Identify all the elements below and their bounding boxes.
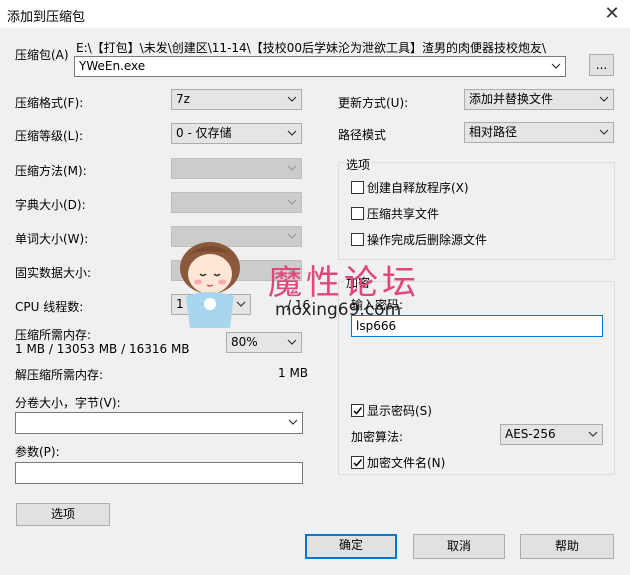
ok-button[interactable]: 确定 [305, 534, 397, 559]
chevron-down-icon [287, 416, 299, 428]
mem-label: 压缩所需内存: [15, 328, 92, 342]
mem-percent-select[interactable]: 80% [226, 332, 302, 353]
encrypt-names-checkbox[interactable] [351, 456, 364, 469]
delete-option[interactable]: 操作完成后删除源文件 [351, 231, 487, 248]
volume-label: 分卷大小，字节(V): [15, 396, 121, 410]
chevron-down-icon [286, 162, 298, 174]
watermark-url: moxing69.com [275, 300, 402, 320]
word-label: 单词大小(W): [15, 232, 89, 246]
window-title: 添加到压缩包 [7, 10, 86, 25]
chevron-down-icon [598, 93, 610, 105]
enc-method-value: AES-256 [505, 427, 556, 441]
chevron-down-icon [286, 93, 298, 105]
archive-filename: YWeEn.exe [79, 59, 146, 73]
dict-select [171, 192, 302, 213]
chevron-down-icon [587, 428, 599, 440]
solid-label: 固实数据大小: [15, 266, 92, 280]
format-value: 7z [176, 92, 190, 106]
title-bar [0, 0, 630, 28]
threads-label: CPU 线程数: [15, 300, 84, 314]
encrypt-names-label: 加密文件名(N) [367, 456, 446, 470]
path-mode-select[interactable]: 相对路径 [464, 122, 614, 143]
help-button[interactable]: 帮助 [520, 534, 614, 559]
mascot-watermark-image [170, 238, 252, 330]
sfx-label: 创建自释放程序(X) [367, 181, 469, 195]
decomp-value: 1 MB [278, 366, 309, 380]
archive-label: 压缩包(A) [15, 48, 69, 62]
update-select[interactable]: 添加并替换文件 [464, 89, 614, 110]
show-password-option[interactable]: 显示密码(S) [351, 402, 432, 419]
dict-label: 字典大小(D): [15, 198, 86, 212]
path-mode-label: 路径模式 [338, 128, 387, 142]
params-label: 参数(P): [15, 445, 60, 459]
enc-method-label: 加密算法: [351, 430, 404, 444]
archive-path: E:\【打包】\未发\创建区\11-14\【技校00后学妹沦为泄欲工具】渣男的肉… [76, 41, 547, 55]
params-input[interactable] [15, 462, 303, 484]
browse-button[interactable]: ... [589, 54, 614, 76]
delete-checkbox[interactable] [351, 233, 364, 246]
level-label: 压缩等级(L): [15, 129, 84, 143]
chevron-down-icon [286, 127, 298, 139]
update-value: 添加并替换文件 [469, 92, 554, 106]
sfx-checkbox[interactable] [351, 181, 364, 194]
chevron-down-icon [286, 230, 298, 242]
show-password-label: 显示密码(S) [367, 404, 432, 418]
level-value: 0 - 仅存储 [176, 126, 232, 140]
enc-method-select[interactable]: AES-256 [500, 424, 603, 445]
options-group-title: 选项 [344, 156, 373, 173]
shared-label: 压缩共享文件 [367, 207, 440, 221]
sfx-option[interactable]: 创建自释放程序(X) [351, 179, 469, 196]
chevron-down-icon [598, 126, 610, 138]
cancel-button[interactable]: 取消 [413, 534, 505, 559]
method-label: 压缩方法(M): [15, 164, 87, 178]
chevron-down-icon [286, 196, 298, 208]
level-select[interactable]: 0 - 仅存储 [171, 123, 302, 144]
watermark-text: 魔性论坛 [268, 263, 420, 303]
decomp-label: 解压缩所需内存: [15, 368, 104, 382]
close-icon[interactable]: ✕ [598, 2, 626, 26]
encrypt-names-option[interactable]: 加密文件名(N) [351, 454, 445, 471]
format-select[interactable]: 7z [171, 89, 302, 110]
password-value: lsp666 [356, 319, 397, 333]
chevron-down-icon [286, 336, 298, 348]
archive-filename-combo[interactable]: YWeEn.exe [74, 56, 566, 77]
update-label: 更新方式(U): [338, 96, 409, 110]
mem-detail: 1 MB / 13053 MB / 16316 MB [15, 342, 190, 356]
path-mode-value: 相对路径 [469, 125, 518, 139]
shared-option[interactable]: 压缩共享文件 [351, 205, 439, 222]
delete-label: 操作完成后删除源文件 [367, 233, 488, 247]
chevron-down-icon [550, 60, 562, 72]
format-label: 压缩格式(F): [15, 96, 84, 110]
options-button[interactable]: 选项 [16, 503, 110, 526]
method-select [171, 158, 302, 179]
show-password-checkbox[interactable] [351, 404, 364, 417]
shared-checkbox[interactable] [351, 207, 364, 220]
mem-percent: 80% [231, 335, 258, 349]
volume-select[interactable] [15, 412, 303, 434]
